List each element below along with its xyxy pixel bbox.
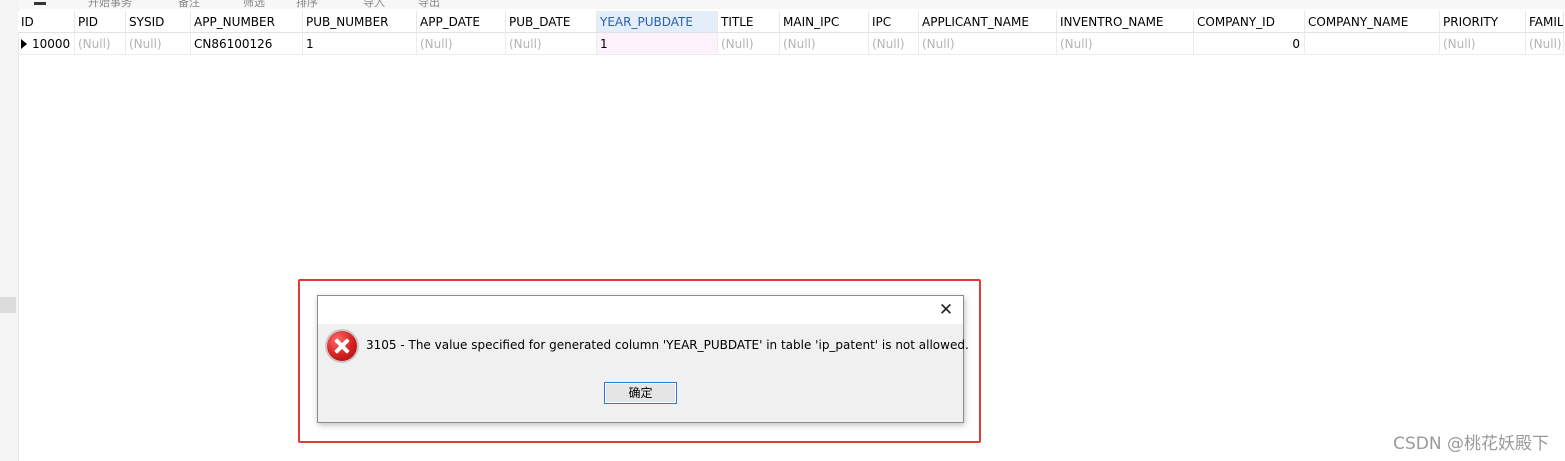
- filter-button[interactable]: 筛选: [243, 0, 265, 9]
- cell-app-number[interactable]: CN86100126: [191, 33, 303, 55]
- sort-button[interactable]: 排序: [296, 0, 318, 9]
- cell-famil[interactable]: (Null): [1526, 33, 1564, 55]
- dialog-titlebar: ✕: [318, 296, 963, 324]
- memo-button[interactable]: 备注: [178, 0, 200, 9]
- error-dialog: ✕ 3105 - The value specified for generat…: [317, 295, 969, 424]
- cell-company-id[interactable]: 0: [1194, 33, 1305, 55]
- watermark: CSDN @桃花妖殿下: [1393, 434, 1549, 454]
- column-header-ipc[interactable]: IPC: [869, 11, 919, 33]
- cell-year-pubdate[interactable]: 1: [597, 33, 718, 55]
- cell-id[interactable]: 10000: [18, 33, 75, 55]
- error-message: 3105 - The value specified for generated…: [366, 338, 969, 352]
- grid-header: ID PID SYSID APP_NUMBER PUB_NUMBER APP_D…: [18, 11, 1565, 33]
- toolbar: 开始事务 备注 筛选 排序 导入 导出: [18, 0, 1565, 9]
- column-header-company-id[interactable]: COMPANY_ID: [1194, 11, 1305, 33]
- cell-ipc[interactable]: (Null): [869, 33, 919, 55]
- menu-icon[interactable]: [34, 2, 46, 5]
- cell-applicant-name[interactable]: (Null): [919, 33, 1057, 55]
- cell-sysid[interactable]: (Null): [126, 33, 191, 55]
- column-header-famil[interactable]: FAMIL: [1526, 11, 1564, 33]
- ok-button[interactable]: 确定: [604, 382, 677, 404]
- current-row-icon: [21, 38, 27, 49]
- cell-pid[interactable]: (Null): [75, 33, 126, 55]
- close-icon[interactable]: ✕: [937, 301, 955, 319]
- column-header-company-name[interactable]: COMPANY_NAME: [1305, 11, 1440, 33]
- dialog-body: 3105 - The value specified for generated…: [318, 324, 969, 424]
- column-header-priority[interactable]: PRIORITY: [1440, 11, 1526, 33]
- cell-app-date[interactable]: (Null): [417, 33, 506, 55]
- cell-title[interactable]: (Null): [718, 33, 780, 55]
- cell-id-value: 10000: [32, 36, 71, 51]
- column-header-main-ipc[interactable]: MAIN_IPC: [780, 11, 869, 33]
- column-header-pub-number[interactable]: PUB_NUMBER: [303, 11, 417, 33]
- cell-priority[interactable]: (Null): [1440, 33, 1526, 55]
- column-header-applicant-name[interactable]: APPLICANT_NAME: [919, 11, 1057, 33]
- column-header-pub-date[interactable]: PUB_DATE: [506, 11, 597, 33]
- column-header-sysid[interactable]: SYSID: [126, 11, 191, 33]
- cell-company-name[interactable]: [1305, 33, 1440, 55]
- cell-inventro-name[interactable]: (Null): [1057, 33, 1194, 55]
- column-header-year-pubdate[interactable]: YEAR_PUBDATE: [597, 11, 718, 33]
- column-header-app-date[interactable]: APP_DATE: [417, 11, 506, 33]
- column-header-pid[interactable]: PID: [75, 11, 126, 33]
- data-grid: ID PID SYSID APP_NUMBER PUB_NUMBER APP_D…: [18, 11, 1565, 55]
- column-header-inventro-name[interactable]: INVENTRO_NAME: [1057, 11, 1194, 33]
- column-header-id[interactable]: ID: [18, 11, 75, 33]
- column-header-app-number[interactable]: APP_NUMBER: [191, 11, 303, 33]
- cell-pub-date[interactable]: (Null): [506, 33, 597, 55]
- import-button[interactable]: 导入: [363, 0, 385, 9]
- begin-transaction-button[interactable]: 开始事务: [88, 0, 132, 9]
- panel-toggle[interactable]: [0, 297, 16, 313]
- error-icon: [327, 331, 357, 361]
- cell-pub-number[interactable]: 1: [303, 33, 417, 55]
- left-panel-strip: [0, 0, 19, 461]
- cell-main-ipc[interactable]: (Null): [780, 33, 869, 55]
- table-row[interactable]: 10000 (Null) (Null) CN86100126 1 (Null) …: [18, 33, 1565, 55]
- export-button[interactable]: 导出: [418, 0, 440, 9]
- column-header-title[interactable]: TITLE: [718, 11, 780, 33]
